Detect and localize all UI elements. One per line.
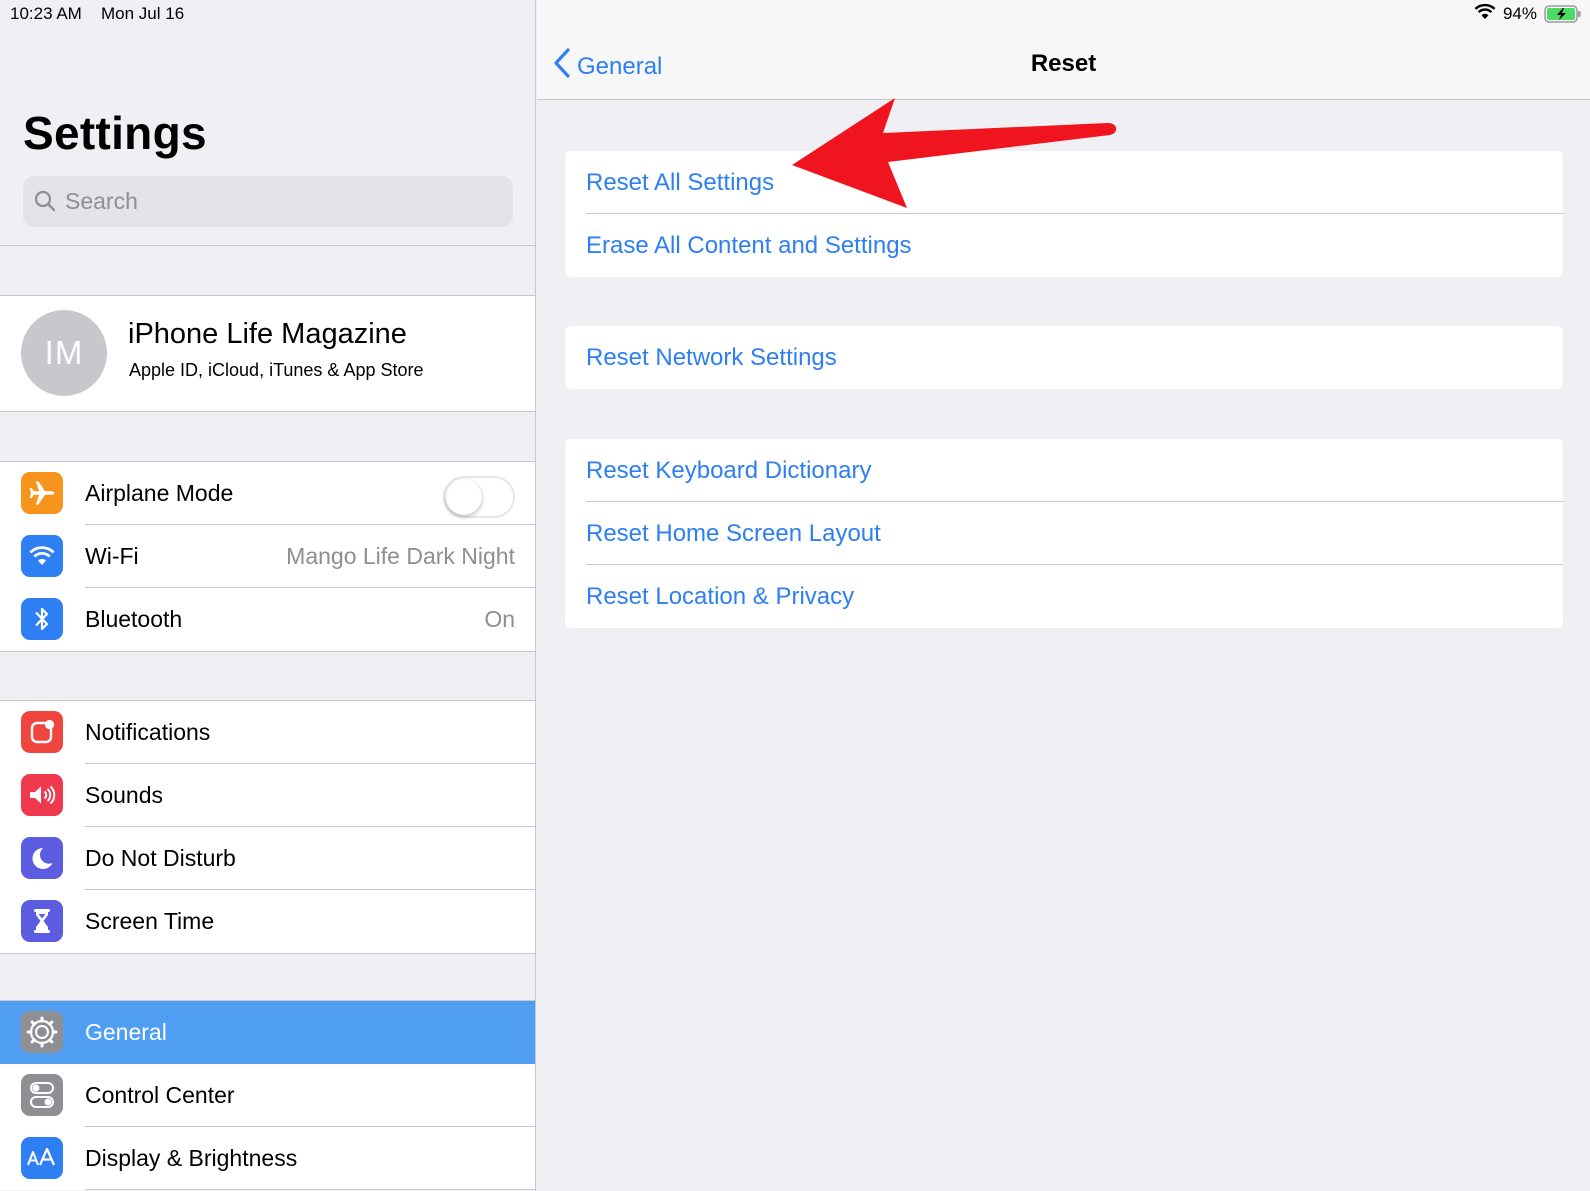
nav-title: Reset — [1030, 50, 1097, 77]
sidebar-item-screen-time[interactable]: Screen Time — [0, 890, 535, 953]
battery-percent: 94% — [1502, 4, 1537, 23]
notifications-icon — [21, 711, 63, 753]
airplane-icon — [21, 472, 63, 514]
sidebar-item-label: General — [85, 1019, 167, 1045]
battery-charging-icon — [1544, 5, 1581, 23]
sidebar-item-label: Wi-Fi — [85, 543, 139, 569]
status-right: 94% — [1474, 3, 1581, 25]
status-date: Mon Jul 16 — [101, 4, 185, 23]
sidebar-item-general[interactable]: General — [0, 1001, 535, 1064]
profile-name: iPhone Life Magazine — [128, 318, 407, 350]
bluetooth-status-value: On — [484, 606, 515, 632]
sidebar-item-bluetooth[interactable]: Bluetooth On — [0, 588, 535, 651]
wifi-icon — [21, 535, 63, 577]
reset-keyboard-dictionary-label: Reset Keyboard Dictionary — [586, 457, 872, 484]
avatar: IM — [21, 310, 107, 396]
search-input[interactable] — [65, 184, 495, 218]
sidebar-item-label: Display & Brightness — [85, 1145, 298, 1171]
apple-id-profile[interactable]: IM iPhone Life Magazine Apple ID, iCloud… — [0, 295, 535, 412]
erase-all-content-label: Erase All Content and Settings — [586, 232, 912, 259]
connectivity-group: Airplane Mode Wi-Fi Mango Life Dark Nigh… — [0, 461, 535, 652]
toggles-icon — [21, 1074, 63, 1116]
page-title: Settings — [23, 107, 207, 159]
reset-section-3: Reset Keyboard Dictionary Reset Home Scr… — [565, 439, 1563, 628]
reset-home-screen-layout-label: Reset Home Screen Layout — [586, 520, 881, 547]
sidebar-item-airplane-mode[interactable]: Airplane Mode — [0, 462, 535, 525]
sidebar-item-label: Do Not Disturb — [85, 845, 236, 871]
reset-location-privacy-button[interactable]: Reset Location & Privacy — [565, 565, 1563, 628]
sidebar-item-do-not-disturb[interactable]: Do Not Disturb — [0, 827, 535, 890]
sounds-icon — [21, 774, 63, 816]
sidebar-item-sounds[interactable]: Sounds — [0, 764, 535, 827]
reset-all-settings-label: Reset All Settings — [586, 169, 775, 196]
settings-sidebar: Settings IM iPhone Life Magazine Apple I… — [0, 0, 536, 1191]
sidebar-item-label: Airplane Mode — [85, 480, 234, 506]
reset-keyboard-dictionary-button[interactable]: Reset Keyboard Dictionary — [565, 439, 1563, 502]
reset-network-settings-button[interactable]: Reset Network Settings — [565, 326, 1563, 389]
system-group: General Control Center Display & Brightn… — [0, 1000, 535, 1190]
status-bar: 10:23 AM Mon Jul 16 94% — [0, 0, 1590, 28]
gear-icon — [21, 1011, 63, 1053]
reset-section-2: Reset Network Settings — [565, 326, 1563, 389]
status-time: 10:23 AM — [10, 4, 82, 23]
sidebar-item-wifi[interactable]: Wi-Fi Mango Life Dark Night — [0, 525, 535, 588]
sidebar-item-label: Sounds — [85, 782, 164, 808]
sidebar-item-label: Control Center — [85, 1082, 235, 1108]
divider — [0, 245, 535, 246]
sidebar-item-label: Notifications — [85, 719, 211, 745]
annotation-arrow-icon — [790, 95, 1130, 220]
sidebar-item-label: Bluetooth — [85, 606, 183, 632]
reset-network-settings-label: Reset Network Settings — [586, 344, 837, 371]
erase-all-content-button[interactable]: Erase All Content and Settings — [565, 214, 1563, 277]
toggle-knob — [446, 479, 482, 515]
reset-home-screen-layout-button[interactable]: Reset Home Screen Layout — [565, 502, 1563, 565]
text-size-icon — [21, 1137, 63, 1179]
wifi-network-value: Mango Life Dark Night — [286, 543, 515, 569]
reset-location-privacy-label: Reset Location & Privacy — [586, 583, 855, 610]
profile-subtitle: Apple ID, iCloud, iTunes & App Store — [129, 360, 424, 380]
sidebar-item-notifications[interactable]: Notifications — [0, 701, 535, 764]
sidebar-item-control-center[interactable]: Control Center — [0, 1064, 535, 1127]
wifi-signal-icon — [1474, 3, 1496, 25]
search-icon — [34, 190, 56, 217]
sidebar-item-display-brightness[interactable]: Display & Brightness — [0, 1127, 535, 1190]
row-separator — [85, 1189, 535, 1190]
search-bar[interactable] — [23, 176, 513, 227]
moon-icon — [21, 837, 63, 879]
airplane-mode-toggle[interactable] — [443, 476, 515, 518]
hourglass-icon — [21, 900, 63, 942]
sidebar-item-label: Screen Time — [85, 908, 215, 934]
bluetooth-icon — [21, 598, 63, 640]
notifications-group: Notifications Sounds Do Not Disturb Scre… — [0, 700, 535, 954]
